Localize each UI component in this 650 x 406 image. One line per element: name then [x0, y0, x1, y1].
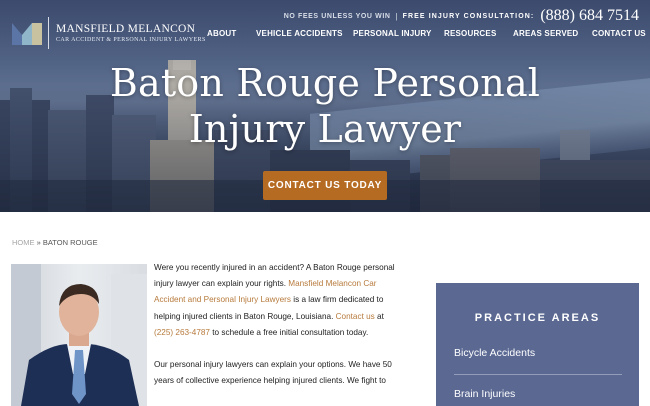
breadcrumb-home-link[interactable]: HOME: [12, 238, 35, 247]
article-paragraph-2: Our personal injury lawyers can explain …: [154, 360, 392, 386]
main-nav: ABOUT VEHICLE ACCIDENTS PERSONAL INJURY …: [0, 29, 650, 41]
free-consultation-text: FREE INJURY CONSULTATION:: [402, 12, 535, 20]
nav-item-vehicle-accidents[interactable]: VEHICLE ACCIDENTS: [256, 29, 343, 38]
header-contact-bar: NO FEES UNLESS YOU WIN | FREE INJURY CON…: [284, 6, 639, 26]
practice-areas-heading: PRACTICE AREAS: [474, 312, 601, 324]
nav-item-about[interactable]: ABOUT: [207, 29, 236, 38]
page-title-line-2: Injury Lawyer: [188, 107, 462, 151]
article-text: to schedule a free initial consultation …: [210, 327, 369, 337]
article-paragraph-1: Were you recently injured in an accident…: [154, 260, 404, 341]
main-article: Were you recently injured in an accident…: [154, 260, 404, 405]
nav-item-personal-injury[interactable]: PERSONAL INJURY: [353, 29, 432, 38]
contact-us-today-button[interactable]: CONTACT US TODAY: [263, 171, 387, 200]
no-fees-text: NO FEES UNLESS YOU WIN: [283, 12, 391, 20]
article-text: at: [374, 311, 384, 321]
practice-area-brain-injuries[interactable]: Brain Injuries: [454, 388, 515, 400]
breadcrumb: HOME » BATON ROUGE: [12, 238, 98, 247]
page-title-line-1: Baton Rouge Personal: [109, 61, 541, 105]
practice-area-divider: [454, 374, 622, 375]
page-title: Baton Rouge Personal Injury Lawyer: [0, 60, 650, 152]
topbar-separator: |: [395, 11, 398, 21]
article-phone-link[interactable]: (225) 263-4787: [154, 328, 210, 337]
nav-item-resources[interactable]: RESOURCES: [444, 29, 496, 38]
contact-us-link[interactable]: Contact us: [336, 312, 375, 321]
practice-areas-panel: PRACTICE AREAS Bicycle Accidents Brain I…: [436, 283, 639, 406]
breadcrumb-current: BATON ROUGE: [42, 238, 98, 247]
practice-area-bicycle-accidents[interactable]: Bicycle Accidents: [454, 347, 535, 359]
attorney-photo: [11, 264, 147, 406]
nav-item-contact-us[interactable]: CONTACT US: [592, 29, 646, 38]
breadcrumb-separator: »: [34, 238, 43, 247]
nav-item-areas-served[interactable]: AREAS SERVED: [513, 29, 578, 38]
header-phone-link[interactable]: (888) 684 7514: [540, 7, 639, 25]
